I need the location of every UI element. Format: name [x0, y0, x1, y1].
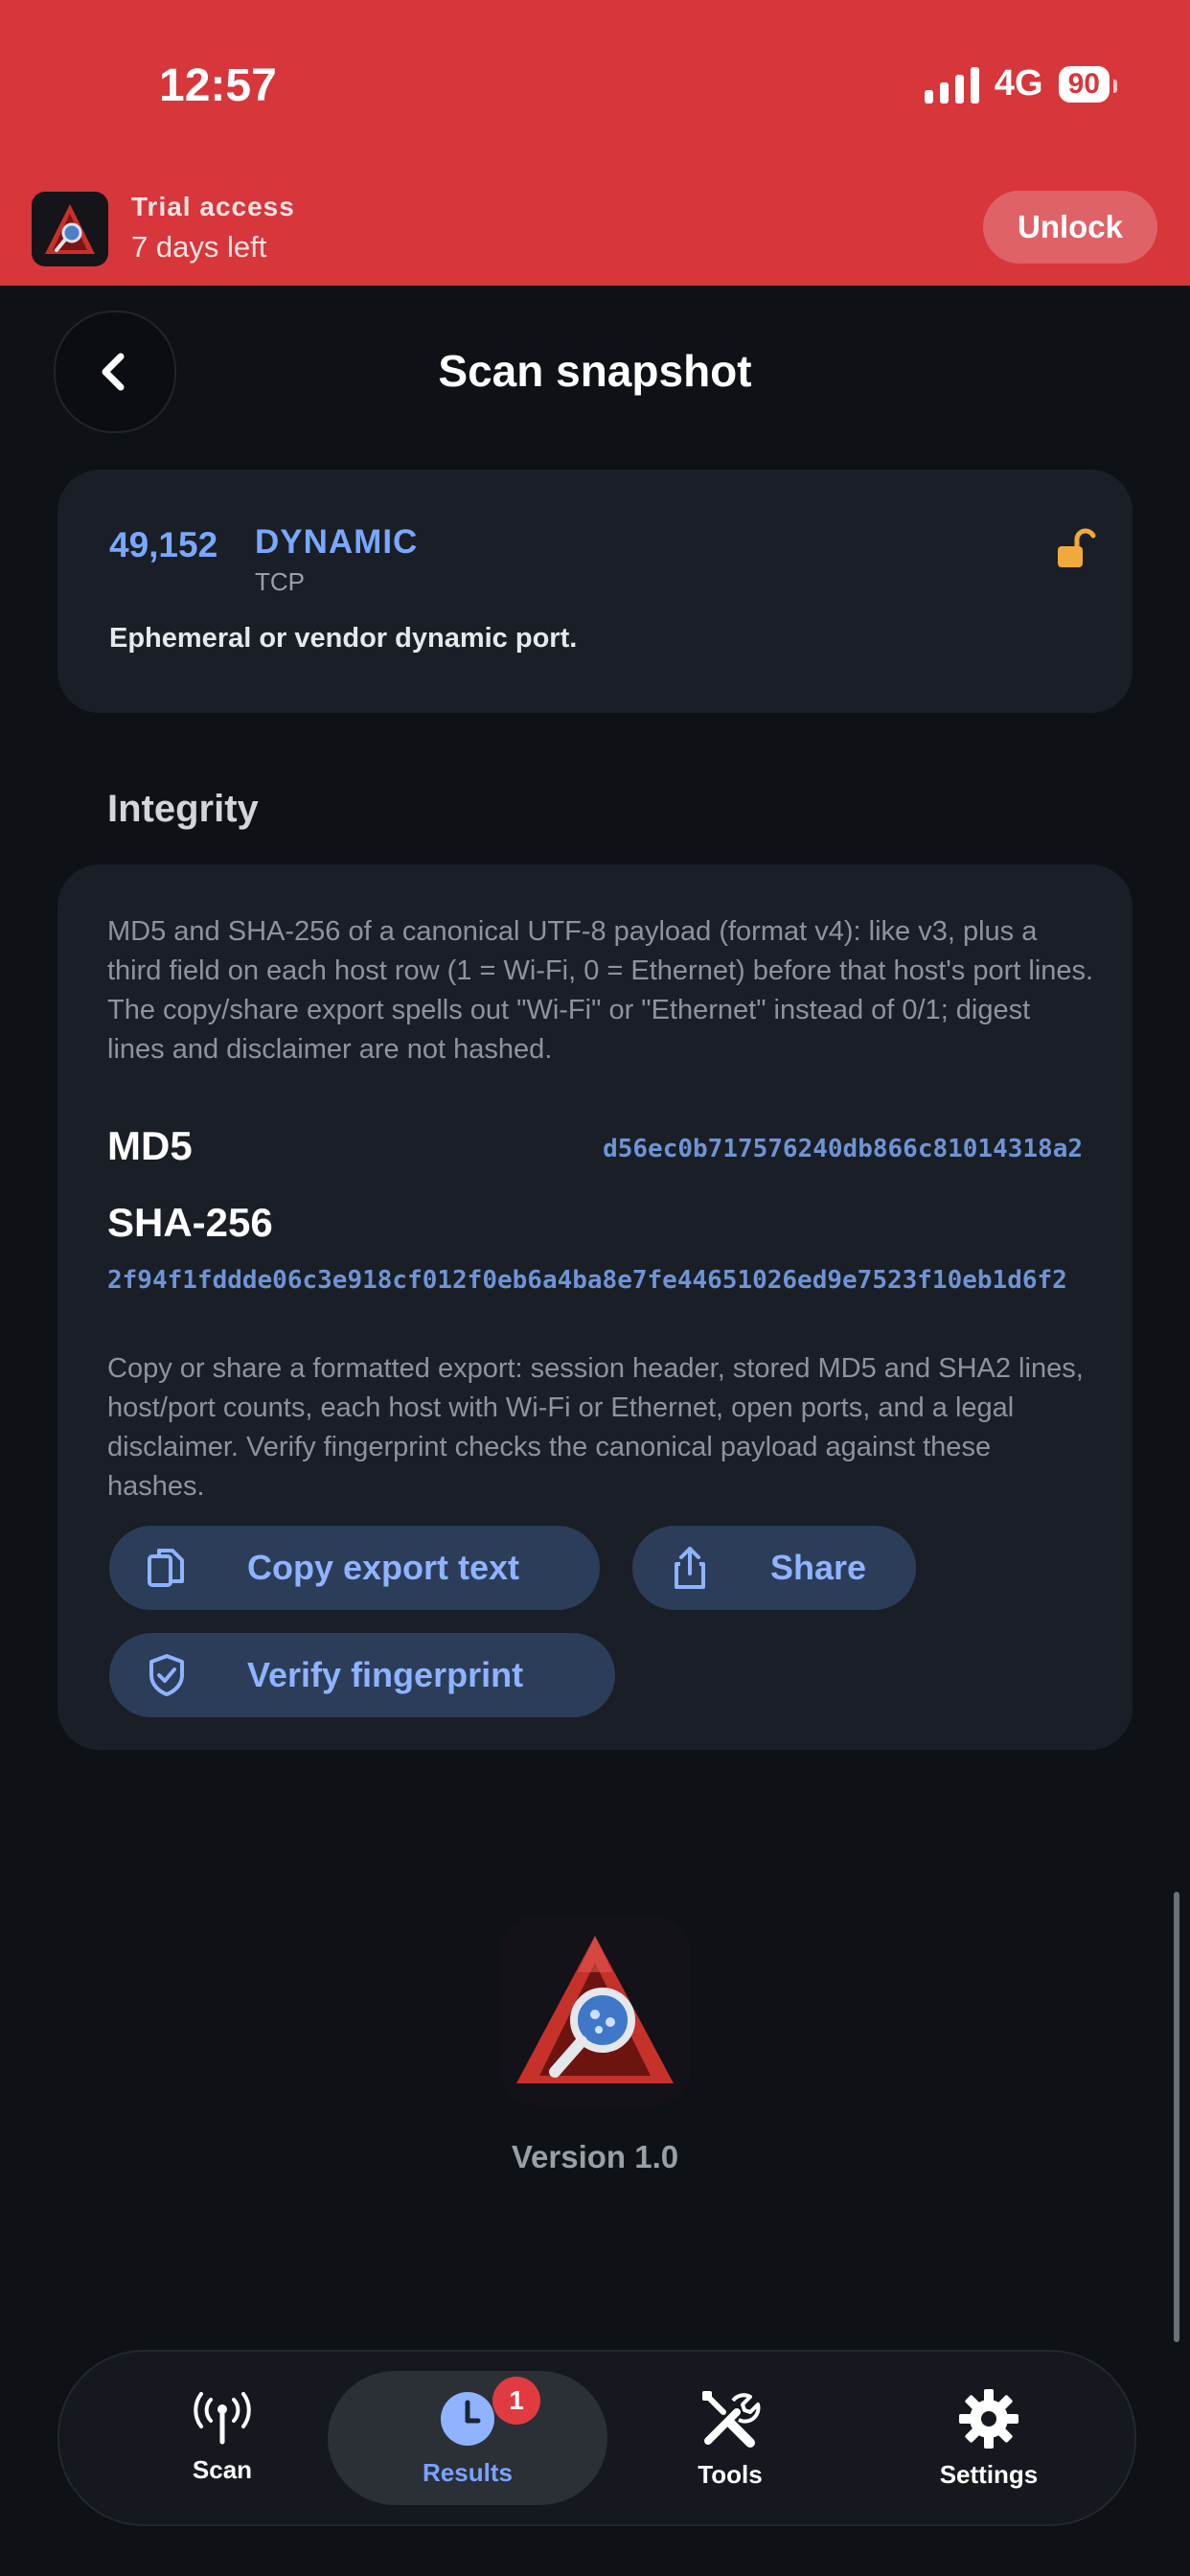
trial-info: Trial access 7 days left: [131, 192, 295, 264]
share-button[interactable]: Share: [632, 1526, 916, 1610]
signal-icon: [924, 65, 979, 104]
port-number: 49,152: [109, 525, 218, 564]
verify-fingerprint-label: Verify fingerprint: [247, 1655, 524, 1694]
tab-tools-label: Tools: [698, 2459, 763, 2489]
gear-icon: [959, 2388, 1018, 2449]
tab-tools[interactable]: Tools: [653, 2352, 807, 2524]
tab-results[interactable]: Results 1: [328, 2371, 607, 2505]
export-description: Copy or share a formatted export: sessio…: [107, 1353, 1084, 1502]
shield-check-icon: [149, 1654, 184, 1696]
unlock-button[interactable]: Unlock: [983, 191, 1157, 264]
tab-scan[interactable]: Scan: [155, 2352, 289, 2524]
status-indicators: 4G 90: [924, 63, 1118, 104]
port-protocol: TCP: [255, 567, 305, 596]
app-logo-small: [32, 192, 108, 266]
port-card: 49,152 DYNAMIC TCP Ephemeral or vendor d…: [57, 470, 1133, 713]
sha256-label: SHA-256: [107, 1200, 273, 1245]
scrollbar[interactable]: [1174, 1892, 1179, 2342]
verify-fingerprint-button[interactable]: Verify fingerprint: [109, 1633, 615, 1717]
battery-level: 90: [1058, 65, 1118, 103]
md5-value: d56ec0b717576240db866c81014318a2: [603, 1135, 1083, 1163]
status-time: 12:57: [159, 60, 277, 111]
tab-bar: Scan Results 1 Tools Settings: [57, 2350, 1136, 2526]
copy-icon: [148, 1549, 184, 1587]
port-description: Ephemeral or vendor dynamic port.: [109, 623, 578, 654]
copy-export-label: Copy export text: [247, 1548, 520, 1587]
copy-export-button[interactable]: Copy export text: [109, 1526, 600, 1610]
clock-icon: [441, 2391, 494, 2446]
tab-settings[interactable]: Settings: [903, 2352, 1075, 2524]
integrity-card: MD5 and SHA-256 of a canonical UTF-8 pay…: [57, 864, 1133, 1750]
unlocked-lock-icon: [1058, 528, 1096, 567]
tab-scan-label: Scan: [192, 2454, 253, 2484]
tab-results-label: Results: [423, 2457, 513, 2487]
md5-label: MD5: [107, 1123, 193, 1168]
trial-title: Trial access: [131, 192, 295, 221]
trial-days-left: 7 days left: [131, 230, 267, 264]
tab-settings-label: Settings: [939, 2459, 1039, 2489]
integrity-description: MD5 and SHA-256 of a canonical UTF-8 pay…: [107, 916, 1094, 1065]
integrity-section-title: Integrity: [107, 788, 259, 830]
app-logo: [499, 1915, 691, 2106]
app-version: Version 1.0: [511, 2139, 679, 2174]
share-label: Share: [770, 1548, 867, 1587]
share-icon: [675, 1547, 705, 1589]
sha256-value: 2f94f1fddde06c3e918cf012f0eb6a4ba8e7fe44…: [107, 1266, 1067, 1295]
page-title: Scan snapshot: [438, 346, 752, 396]
network-type: 4G: [994, 63, 1043, 104]
tools-icon: [702, 2390, 761, 2448]
results-badge: 1: [492, 2377, 540, 2425]
antenna-icon: [194, 2391, 251, 2444]
port-name: DYNAMIC: [255, 523, 419, 561]
